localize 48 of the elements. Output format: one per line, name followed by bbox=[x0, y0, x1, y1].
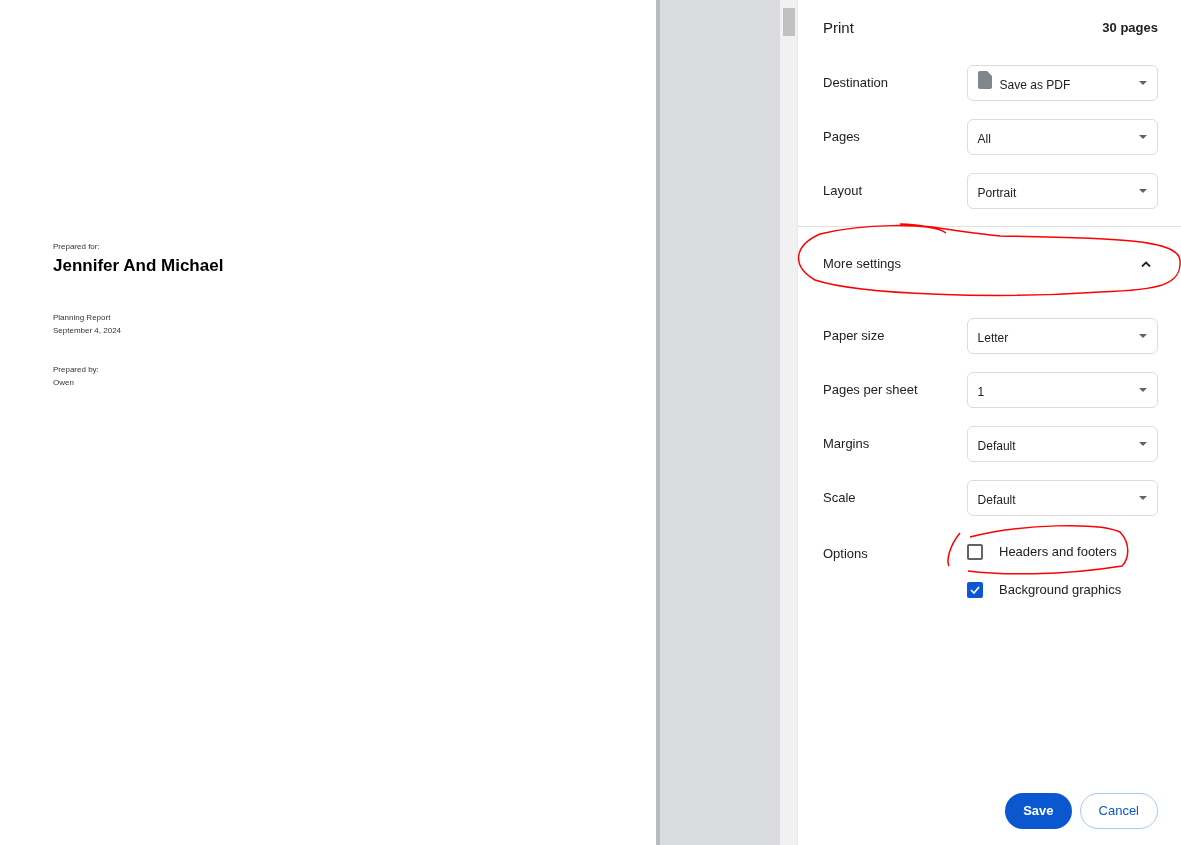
scroll-thumb[interactable] bbox=[782, 8, 795, 36]
dropdown-select[interactable]: Default bbox=[966, 426, 1158, 462]
setting-label: Destination bbox=[823, 74, 890, 93]
preview-text: Prepared by: bbox=[53, 363, 100, 376]
caret-icon bbox=[1139, 81, 1147, 85]
checkmark-icon bbox=[970, 586, 980, 594]
cancel-button[interactable]: Cancel bbox=[1079, 793, 1158, 829]
setting-label: Pages per sheet bbox=[823, 381, 919, 400]
dropdown-select[interactable]: Default bbox=[966, 480, 1158, 516]
setting-label: Margins bbox=[823, 435, 871, 454]
checkbox-label: Headers and footers bbox=[999, 543, 1117, 562]
dropdown-value: All bbox=[977, 131, 992, 148]
preview-text: Owen bbox=[53, 376, 75, 389]
dropdown-value: Default bbox=[977, 438, 1017, 455]
caret-icon bbox=[1139, 496, 1147, 500]
checkbox-label: Background graphics bbox=[999, 581, 1122, 600]
caret-icon bbox=[1139, 334, 1147, 338]
dropdown-value: 1 bbox=[977, 384, 986, 401]
checkbox[interactable] bbox=[967, 582, 983, 598]
scrollbar[interactable] bbox=[780, 0, 797, 845]
dropdown-value: Save as PDF bbox=[999, 77, 1072, 94]
caret-icon bbox=[1139, 388, 1147, 392]
preview-text: Prepared for: bbox=[53, 241, 101, 253]
dropdown-select[interactable]: Portrait bbox=[966, 173, 1158, 209]
page-count: 30 pages bbox=[1102, 19, 1158, 38]
setting-label: Scale bbox=[823, 489, 857, 508]
checkbox[interactable] bbox=[967, 544, 983, 560]
setting-label: Pages bbox=[823, 128, 861, 147]
setting-label: Paper size bbox=[823, 327, 886, 346]
more-settings-toggle[interactable]: More settings bbox=[798, 227, 1181, 301]
caret-icon bbox=[1139, 442, 1147, 446]
preview-title: Jennifer And Michael bbox=[53, 255, 225, 277]
save-button[interactable]: Save bbox=[1005, 793, 1072, 829]
dropdown-select[interactable]: All bbox=[966, 119, 1158, 155]
dropdown-select[interactable]: Letter bbox=[966, 318, 1158, 354]
dropdown-select[interactable]: Save as PDF bbox=[966, 65, 1158, 101]
setting-label: Options bbox=[823, 545, 869, 563]
dialog-title: Print bbox=[823, 17, 854, 38]
preview-text: September 4, 2024 bbox=[53, 324, 123, 337]
caret-icon bbox=[1139, 135, 1147, 139]
dropdown-value: Portrait bbox=[977, 185, 1018, 202]
preview-text: Planning Report bbox=[53, 311, 112, 324]
setting-label: Layout bbox=[823, 182, 864, 201]
dropdown-select[interactable]: 1 bbox=[966, 372, 1158, 408]
caret-icon bbox=[1139, 189, 1147, 193]
dropdown-value: Default bbox=[977, 492, 1017, 509]
dropdown-value: Letter bbox=[977, 330, 1010, 347]
document-icon bbox=[977, 71, 992, 89]
